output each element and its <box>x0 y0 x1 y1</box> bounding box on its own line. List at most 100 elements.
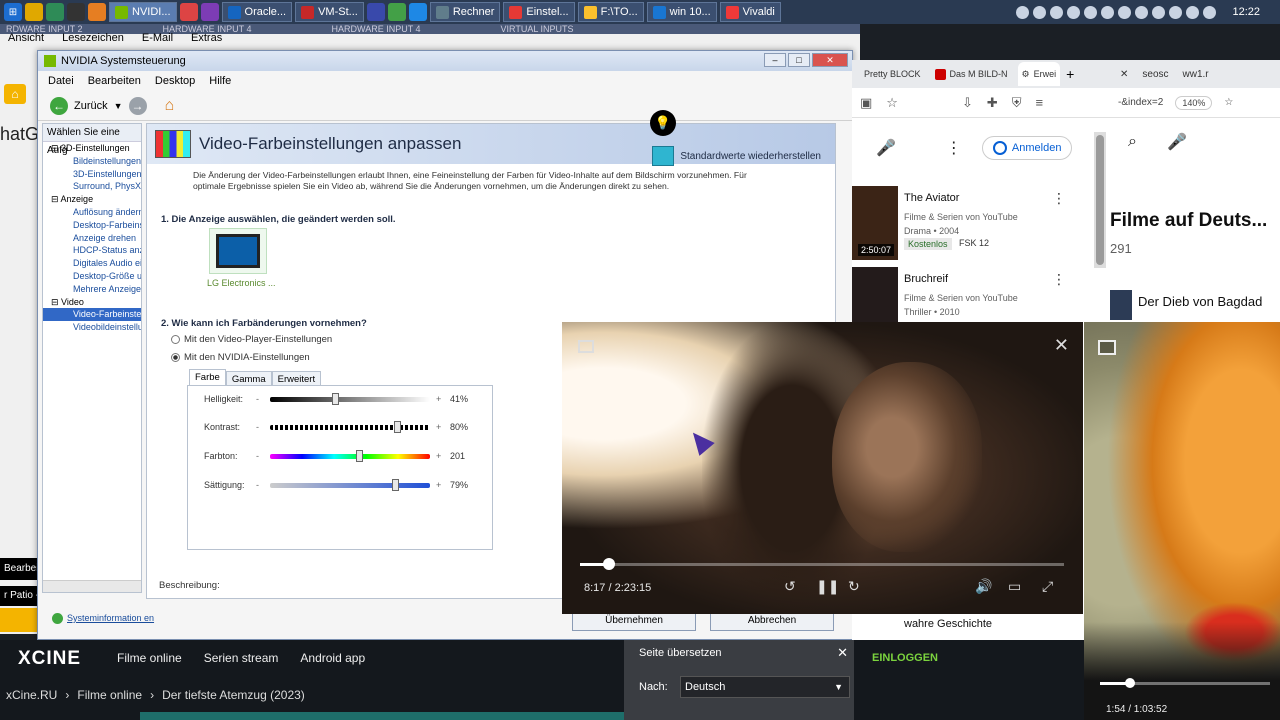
menu-item[interactable]: Ansicht <box>8 32 44 44</box>
picture-in-picture-player[interactable]: ✕ 8:17 / 2:23:15 ↺ ❚❚ ↻ 🔊 ▭ ⤢ <box>562 322 1083 614</box>
windows-start-icon[interactable]: ⊞ <box>4 3 22 21</box>
tree-item[interactable]: Anzeige drehen <box>43 232 141 245</box>
expand-icon[interactable]: ⤢ <box>1042 578 1053 595</box>
menu-item[interactable]: Extras <box>191 32 222 44</box>
horizontal-scrollbar[interactable] <box>43 580 141 592</box>
display-selector[interactable] <box>209 228 267 274</box>
tray-icon[interactable] <box>1152 5 1166 19</box>
taskbar-button-rechner[interactable]: Rechner <box>429 2 501 22</box>
menu-icon[interactable]: ≡ <box>1036 95 1044 110</box>
slider-thumb[interactable] <box>392 478 400 491</box>
extension-icon[interactable]: ✚ <box>987 95 998 111</box>
captions-icon[interactable]: ▭ <box>1008 578 1021 595</box>
download-icon[interactable]: ⇩ <box>962 95 973 111</box>
pause-icon[interactable]: ❚❚ <box>816 578 839 595</box>
tree-item[interactable]: Auflösung ändern <box>43 206 141 219</box>
close-button[interactable]: ✕ <box>812 53 848 67</box>
seek-bar[interactable] <box>580 558 1064 570</box>
tray-icon[interactable] <box>1186 5 1200 19</box>
lightbulb-icon[interactable]: 💡 <box>650 110 676 136</box>
back-label[interactable]: Zurück <box>74 100 108 112</box>
slider-thumb[interactable] <box>394 420 401 433</box>
taskbar-button-folder[interactable]: F:\TO... <box>577 2 644 22</box>
video-thumbnail[interactable]: 2:50:07 <box>852 186 898 260</box>
zoom-badge[interactable]: 140% <box>1175 95 1213 110</box>
chrome-icon[interactable] <box>46 3 64 21</box>
tray-icon[interactable] <box>1135 5 1149 19</box>
slider-thumb[interactable] <box>331 392 339 405</box>
minimize-button[interactable]: – <box>764 53 786 67</box>
saturation-slider[interactable] <box>270 478 430 491</box>
taskbar-button-oracle[interactable]: Oracle... <box>221 2 293 22</box>
cancel-button[interactable]: Abbrechen <box>710 611 834 631</box>
seek-knob[interactable] <box>1124 678 1135 688</box>
restore-defaults-link[interactable]: Standardwerte wiederherstellen <box>652 146 821 166</box>
explorer-icon[interactable] <box>25 3 43 21</box>
tree-item[interactable]: Desktop-Größe ur <box>43 270 141 283</box>
radio-video-player[interactable]: Mit den Video-Player-Einstellungen <box>171 334 332 345</box>
video-thumbnail[interactable] <box>1110 290 1132 320</box>
list-item[interactable]: 2:50:07 The Aviator Filme & Serien von Y… <box>852 186 1110 264</box>
brightness-slider[interactable] <box>270 392 430 405</box>
close-icon[interactable]: ✕ <box>1120 69 1128 80</box>
tray-icon[interactable] <box>1067 5 1081 19</box>
hue-slider[interactable] <box>270 449 430 462</box>
grid-icon[interactable] <box>366 3 385 21</box>
tray-icon[interactable] <box>1101 5 1115 19</box>
login-button[interactable]: EINLOGGEN <box>872 652 938 664</box>
seek-bar[interactable] <box>1100 678 1270 688</box>
window-icon[interactable] <box>408 3 427 21</box>
radio-button[interactable] <box>171 335 180 344</box>
taskbar-button-vivaldi[interactable]: Vivaldi <box>719 2 781 22</box>
shield-icon[interactable]: ⛨ <box>1012 95 1022 111</box>
forward-icon[interactable]: ↻ <box>848 578 860 595</box>
menu-item[interactable]: Lesezeichen <box>62 32 124 44</box>
taskbar-button-einstellungen[interactable]: Einstel... <box>503 2 575 22</box>
picture-in-picture-player-2[interactable]: 1:54 / 1:03:52 <box>1084 322 1280 720</box>
tor-icon[interactable] <box>200 3 219 21</box>
radio-nvidia-settings[interactable]: Mit den NVIDIA-Einstellungen <box>171 352 310 363</box>
menu-desktop[interactable]: Desktop <box>155 75 195 87</box>
tray-icon[interactable] <box>1169 5 1183 19</box>
pip-back-icon[interactable] <box>1098 340 1116 355</box>
tree-item[interactable]: Videobildeinstellu <box>43 321 141 334</box>
browser-tab[interactable]: Pretty BLOCK <box>860 62 925 86</box>
url-text[interactable]: -&index=2 <box>1118 97 1163 108</box>
close-icon[interactable]: ✕ <box>1054 336 1069 354</box>
maximize-button[interactable]: □ <box>788 53 810 67</box>
back-arrow-icon[interactable]: ← <box>50 96 68 115</box>
more-options-icon[interactable]: ⋮ <box>946 138 962 158</box>
tree-item[interactable]: Digitales Audio ei <box>43 257 141 270</box>
browser-tab[interactable]: seosc <box>1142 69 1168 80</box>
system-information-link[interactable]: Systeminformation en <box>52 613 154 624</box>
tree-item[interactable]: Desktop-Farbeins <box>43 219 141 232</box>
nav-filme-online[interactable]: Filme online <box>117 651 182 665</box>
forward-arrow-icon[interactable]: → <box>128 96 147 115</box>
window-titlebar[interactable]: NVIDIA Systemsteuerung <box>38 51 852 71</box>
rewind-icon[interactable]: ↺ <box>784 578 796 595</box>
menu-item[interactable]: E-Mail <box>142 32 173 44</box>
tray-icon[interactable] <box>1016 5 1030 19</box>
radio-button[interactable] <box>171 353 180 362</box>
star-icon[interactable]: ☆ <box>1224 97 1233 108</box>
more-options-icon[interactable]: ⋮ <box>1052 271 1066 288</box>
menu-datei[interactable]: Datei <box>48 75 74 87</box>
browser-tab-active[interactable]: ⚙ Erwei <box>1017 62 1061 86</box>
tree-group[interactable]: ⊟ 3D-Einstellungen <box>43 142 141 155</box>
signin-button[interactable]: Anmelden <box>981 136 1073 160</box>
contrast-slider[interactable] <box>270 420 430 433</box>
new-tab-icon[interactable]: + <box>1066 66 1074 82</box>
search-icon[interactable]: ⌕ <box>1128 133 1137 151</box>
close-icon[interactable]: ✕ <box>837 645 848 661</box>
home-icon[interactable]: ⌂ <box>165 97 185 115</box>
star-icon[interactable]: ☆ <box>886 95 898 111</box>
vlc-icon[interactable] <box>88 3 106 21</box>
tray-icon[interactable] <box>1203 5 1217 19</box>
display-label[interactable]: LG Electronics ... <box>207 278 276 288</box>
taskbar-button-nvidia[interactable]: NVIDI... <box>109 2 177 22</box>
microphone-icon[interactable]: 🎤 <box>1167 132 1187 152</box>
browser-tab[interactable]: Das M BILD-N <box>931 62 1012 86</box>
language-select[interactable]: Deutsch ▼ <box>680 676 850 698</box>
microphone-icon[interactable]: 🎤 <box>876 138 896 158</box>
menu-hilfe[interactable]: Hilfe <box>209 75 231 87</box>
